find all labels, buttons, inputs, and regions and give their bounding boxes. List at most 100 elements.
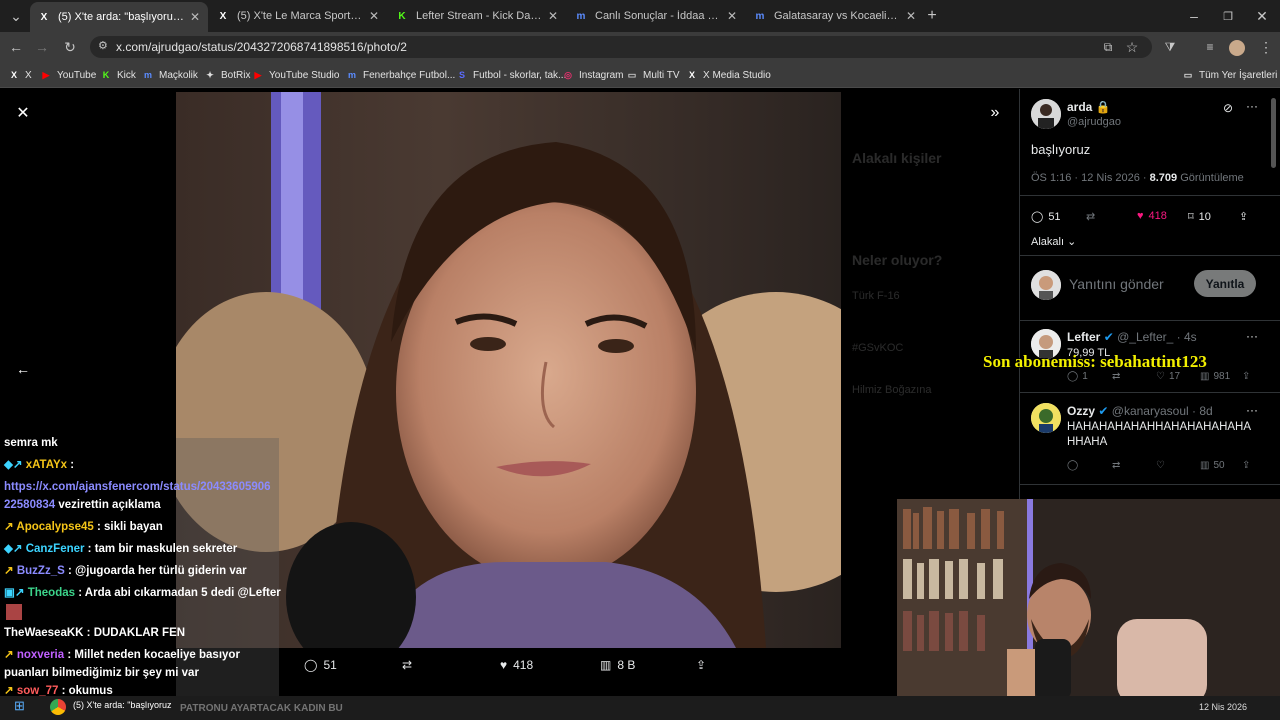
reply-repost-button[interactable]: ⇄ — [1112, 460, 1120, 471]
bookmark-item[interactable]: ▭ Multi TV — [626, 66, 680, 84]
bookmark-item[interactable]: m Fenerbahçe Futbol... — [346, 66, 455, 84]
bookmark-item[interactable]: ✦ BotRix — [204, 66, 250, 84]
photo-share-button[interactable]: ⇪ — [696, 658, 706, 672]
tab-close-icon[interactable]: ✕ — [369, 9, 379, 23]
author-name-row[interactable]: arda 🔒 — [1067, 100, 1111, 114]
like-button[interactable]: ♥ 418 — [1137, 210, 1167, 222]
photo-repost-button[interactable]: ⇄ — [402, 658, 412, 672]
all-bookmarks[interactable]: ▭ Tüm Yer İşaretleri — [1182, 66, 1278, 84]
back-icon[interactable]: ← — [6, 37, 26, 57]
more-options-icon[interactable]: ··· — [1246, 403, 1258, 417]
reply-icon: ◯ — [1067, 460, 1079, 471]
reply-avatar[interactable] — [1031, 403, 1061, 433]
browser-tab[interactable]: m Galatasaray vs Kocaelispor, 12.0 ✕ — [746, 4, 924, 28]
more-options-icon[interactable]: ··· — [1246, 329, 1258, 343]
reply-author: Lefter — [1067, 330, 1101, 344]
new-tab-icon[interactable]: + — [922, 6, 942, 26]
url-text: x.com/ajrudgao/status/204327206874189851… — [116, 40, 407, 54]
close-photo-icon[interactable]: ✕ — [14, 104, 32, 122]
author-handle[interactable]: @ajrudgao — [1067, 116, 1121, 128]
reply-views-button[interactable]: ▥ 50 — [1200, 460, 1225, 471]
reply-like-button[interactable]: ♡ 17 — [1156, 371, 1180, 382]
browser-tab[interactable]: X (5) X'te Le Marca Sports: "Koca ✕ — [209, 4, 387, 28]
bookmark-item[interactable]: ◎ Instagram — [562, 66, 623, 84]
chevron-down-icon: ⌄ — [1064, 236, 1077, 248]
share-button[interactable]: ⇪ — [1239, 210, 1248, 223]
chat-line: ↗ noxveria : Millet neden kocaeliye bası… — [4, 644, 294, 666]
site-info-icon[interactable]: ⚙ — [98, 39, 108, 52]
restore-icon[interactable]: ❐ — [1218, 6, 1238, 26]
profile-avatar[interactable] — [1229, 40, 1245, 56]
start-icon[interactable]: ⊞ — [14, 698, 25, 714]
bookmark-item[interactable]: m Maçkolik — [142, 66, 198, 84]
grok-icon[interactable]: ⊘ — [1223, 101, 1233, 115]
reply-header[interactable]: Ozzy ✔ @kanaryasoul · 8d — [1067, 404, 1213, 418]
chat-message: puanları bilmediğimiz bir şey mi var — [4, 667, 199, 679]
chrome-taskbar-icon[interactable] — [50, 699, 66, 715]
tab-search-icon[interactable]: ⌄ — [6, 6, 26, 26]
forward-icon[interactable]: → — [32, 37, 52, 57]
bookmark-item[interactable]: ▶ YouTube Studio — [252, 66, 340, 84]
bookmark-item[interactable]: K Kick — [100, 66, 136, 84]
chat-user: Apocalypse45 — [16, 521, 94, 533]
reply-input[interactable]: Yanıtını gönder — [1069, 276, 1164, 292]
chat-line: TheWaeseaKK : DUDAKLAR FEN — [4, 622, 294, 644]
sort-replies-dropdown[interactable]: Alakalı ⌄ — [1031, 235, 1076, 248]
reply-submit-button[interactable]: Yanıtla — [1194, 270, 1256, 297]
bookmark-label: X Media Studio — [703, 69, 771, 81]
reload-icon[interactable]: ↻ — [60, 37, 80, 57]
bookmark-item[interactable]: ▶ YouTube — [40, 66, 97, 84]
bookmark-button[interactable]: ⌑ 10 — [1188, 210, 1211, 224]
taskbar-app-title[interactable]: (5) X'te arda: "başlıyoruz — [73, 700, 171, 710]
tab-close-icon[interactable]: ✕ — [190, 10, 200, 24]
reply-repost-button[interactable]: ⇄ — [1112, 371, 1120, 382]
bookmark-item[interactable]: S Futbol - skorlar, tak... — [456, 66, 566, 84]
chat-user: semra mk — [4, 437, 58, 449]
minimize-icon[interactable]: – — [1184, 6, 1204, 26]
like-count: 418 — [513, 658, 534, 672]
reply-like-button[interactable]: ♡ — [1156, 460, 1165, 471]
reply-views-button[interactable]: ▥ 981 — [1200, 371, 1230, 382]
photo-views-button[interactable]: ▥ 8 B — [600, 658, 635, 672]
photo-like-button[interactable]: ♥ 418 — [500, 658, 533, 672]
extensions-icon[interactable]: ⧩ — [1160, 37, 1180, 57]
bookmark-star-icon[interactable]: ☆ — [1122, 37, 1142, 57]
panel-scrollbar[interactable] — [1271, 98, 1276, 168]
repost-icon: ⇄ — [1112, 371, 1121, 382]
chat-badge-icon: ◆↗ — [4, 459, 23, 471]
more-options-icon[interactable]: ··· — [1246, 99, 1258, 113]
photo-reply-button[interactable]: ◯ 51 — [304, 658, 337, 672]
tweet-time[interactable]: ÖS 1:16 · 12 Nis 2026 · — [1031, 172, 1150, 184]
bookmark-count: 10 — [1198, 210, 1211, 223]
previous-photo-icon[interactable]: ← — [14, 360, 32, 378]
browser-tab[interactable]: m Canlı Sonuçlar - İddaa Sonuçlar ✕ — [567, 4, 745, 28]
bookmark-item[interactable]: XX — [8, 66, 32, 84]
close-window-icon[interactable]: ✕ — [1252, 6, 1272, 26]
chat-message: : tam bir maskulen sekreter — [84, 543, 238, 555]
tab-close-icon[interactable]: ✕ — [727, 9, 737, 23]
menu-icon[interactable]: ⋮ — [1256, 37, 1276, 57]
chat-badge-icon: ◆↗ — [4, 543, 23, 555]
address-bar[interactable]: ⚙ x.com/ajrudgao/status/2043272068741898… — [90, 36, 1152, 58]
reply-share-button[interactable]: ⇪ — [1242, 460, 1250, 471]
reply-reply-button[interactable]: ◯ — [1067, 460, 1078, 471]
chat-user: xATAYx — [25, 459, 68, 471]
browser-tab[interactable]: X (5) X'te arda: "başlıyoruz https:/ ✕ — [30, 2, 208, 32]
media-control-icon[interactable]: ≡ — [1200, 37, 1220, 57]
repost-button[interactable]: ⇄ — [1086, 210, 1095, 223]
author-avatar[interactable] — [1031, 99, 1061, 129]
browser-tab[interactable]: K Lefter Stream - Kick Dashboard ✕ — [388, 4, 566, 28]
reply-header[interactable]: Lefter ✔ @_Lefter_ · 4s — [1067, 330, 1197, 344]
reply-button[interactable]: ◯ 51 — [1031, 210, 1061, 224]
views-icon: ▥ — [1200, 460, 1210, 471]
install-app-icon[interactable]: ⧉ — [1098, 37, 1118, 57]
bookmark-item[interactable]: X X Media Studio — [686, 66, 771, 84]
chat-line: ◆↗ CanzFener : tam bir maskulen sekreter — [4, 538, 294, 560]
author-name: arda — [1067, 100, 1093, 114]
chat-badge-icon: ▣↗ — [4, 587, 25, 599]
tab-close-icon[interactable]: ✕ — [906, 9, 916, 23]
reply-share-button[interactable]: ⇪ — [1242, 371, 1250, 382]
tab-close-icon[interactable]: ✕ — [548, 9, 558, 23]
reply-reply-button[interactable]: ◯ 1 — [1067, 371, 1088, 382]
collapse-panel-icon[interactable]: » — [986, 104, 1004, 122]
